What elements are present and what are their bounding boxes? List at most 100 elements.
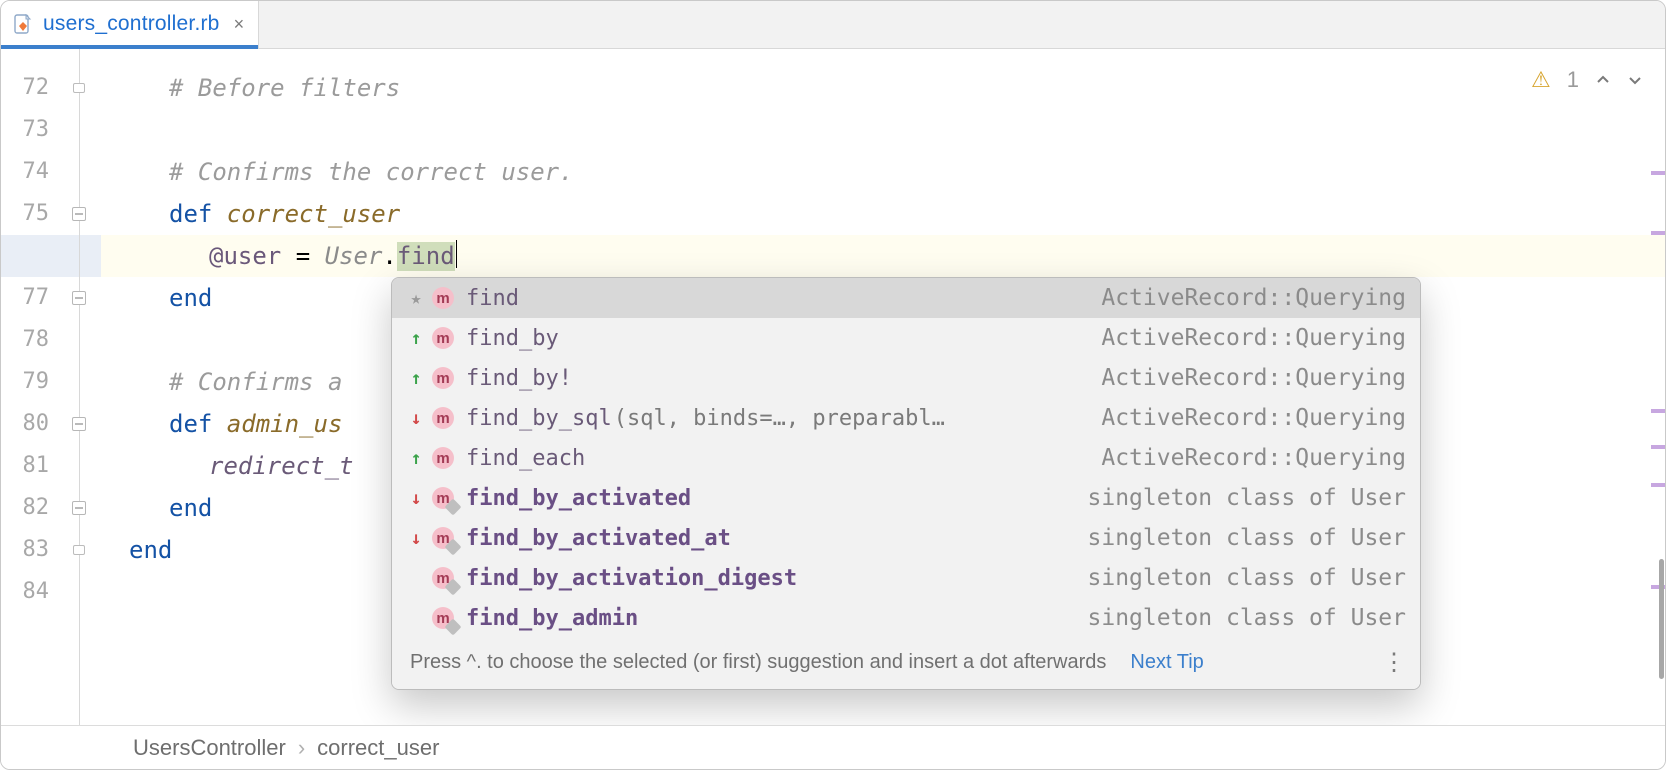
fold-guide-icon [73,83,85,93]
error-stripe[interactable] [1651,109,1665,725]
completion-tail: ActiveRecord::Querying [1101,325,1406,351]
line-numbers: 72 73 74 75 76 77 78 79 80 81 82 83 84 [1,49,57,725]
line-number: 80 [1,403,57,445]
completion-label: find [466,286,519,311]
completion-tail: singleton class of User [1088,485,1407,511]
method-call: redirect_t [209,452,354,480]
method-name: correct_user [227,200,400,228]
method-badge-icon: m [432,527,454,549]
completion-label: find_by_activation_digest [466,566,797,591]
method-call: find [397,242,455,271]
completion-item[interactable]: ★ mfind ActiveRecord::Querying [392,278,1420,318]
line-number: 79 [1,361,57,403]
gutter: 72 73 74 75 76 77 78 79 80 81 82 83 84 [1,49,101,725]
arrow-down-icon: ↓ [406,528,426,549]
fold-toggle-icon[interactable] [72,417,86,431]
method-badge-icon: m [432,327,454,349]
comment: # Confirms a [169,368,342,396]
line-number: 77 [1,277,57,319]
warning-count: 1 [1567,67,1579,93]
line-number: 83 [1,529,57,571]
completion-tail: ActiveRecord::Querying [1101,365,1406,391]
close-icon[interactable]: × [234,14,245,35]
line-number: 72 [1,67,57,109]
completion-label: find_each [466,446,585,471]
arrow-up-icon: ↑ [406,368,426,389]
stripe-mark[interactable] [1651,409,1665,413]
method-badge-icon: m [432,367,454,389]
method-name: admin_us [227,410,343,438]
stripe-mark[interactable] [1651,483,1665,487]
completion-item[interactable]: ↑ m find_by! ActiveRecord::Querying [392,358,1420,398]
completion-item[interactable]: ↓ m find_by_activated_at singleton class of… [392,518,1420,558]
fold-guide-icon [73,545,85,555]
completion-tail: ActiveRecord::Querying [1101,445,1406,471]
constant: User [325,242,383,270]
completion-item[interactable]: ↑ m find_each ActiveRecord::Querying [392,438,1420,478]
line-number: 75 [1,193,57,235]
warning-icon: ⚠ [1531,67,1551,93]
stripe-mark[interactable] [1651,445,1665,449]
method-badge-icon: m [432,567,454,589]
text-caret [456,240,457,268]
completion-tail: ActiveRecord::Querying [1101,405,1406,431]
completion-label: find_by! [466,366,572,391]
breadcrumb-bar: UsersController › correct_user [1,725,1665,769]
stripe-mark[interactable] [1651,171,1665,175]
editor-area: 72 73 74 75 76 77 78 79 80 81 82 83 84 [1,49,1665,725]
completion-item[interactable]: ↑mfind_byActiveRecord::Querying [392,318,1420,358]
line-number: 81 [1,445,57,487]
editor-tab[interactable]: users_controller.rb × [1,0,259,48]
ide-window: users_controller.rb × 72 73 74 75 76 77 … [0,0,1666,770]
fold-toggle-icon[interactable] [72,207,86,221]
arrow-up-icon: ↑ [406,328,426,349]
breadcrumb-class[interactable]: UsersController [133,735,286,761]
chevron-up-icon[interactable] [1595,72,1611,88]
method-badge-icon: m [432,487,454,509]
instance-variable: @user [209,242,281,270]
method-badge-icon: m [432,447,454,469]
method-badge-icon: m [432,287,454,309]
keyword-end: end [169,494,212,522]
completion-tail: singleton class of User [1088,525,1407,551]
kebab-menu-icon[interactable]: ⋮ [1382,648,1406,677]
arrow-down-icon: ↓ [406,488,426,509]
line-number: 74 [1,151,57,193]
line-number: 82 [1,487,57,529]
stripe-scroll-indicator [1659,559,1664,679]
fold-toggle-icon[interactable] [72,291,86,305]
completion-tail: singleton class of User [1088,605,1407,631]
fold-toggle-icon[interactable] [72,501,86,515]
dot: . [382,242,396,270]
chevron-down-icon[interactable] [1627,72,1643,88]
completion-footer: Press ^. to choose the selected (or firs… [392,638,1420,689]
tab-bar: users_controller.rb × [1,1,1665,49]
next-tip-link[interactable]: Next Tip [1130,651,1203,674]
completion-label: find_by_admin [466,606,638,631]
method-badge-icon: m [432,607,454,629]
keyword-def: def [169,410,227,438]
completion-item[interactable]: m find_by_activation_digest singleton clas… [392,558,1420,598]
arrow-up-icon: ↑ [406,448,426,469]
inspection-summary[interactable]: ⚠ 1 [1531,67,1643,93]
operator: = [281,242,324,270]
completion-item[interactable]: ↓mfind_by_activatedsingleton class of Us… [392,478,1420,518]
fold-column [57,49,101,725]
code-completion-popup: ★mfindActiveRecord::Querying↑mfind_byAct… [391,277,1421,690]
comment: # Confirms the correct user. [169,158,574,186]
completion-label: find_by_sql [466,406,612,431]
line-number: 78 [1,319,57,361]
line-number: 73 [1,109,57,151]
completion-params: (sql, binds=…, preparabl… [614,406,945,431]
completion-hint: Press ^. to choose the selected (or firs… [410,651,1106,674]
method-badge-icon: m [432,407,454,429]
completion-item[interactable]: m find_by_admin singleton class of User [392,598,1420,638]
keyword-def: def [169,200,227,228]
star-icon: ★ [406,288,426,309]
completion-label: find_by_activated_at [466,526,731,551]
completion-tail: ActiveRecord::Querying [1101,285,1406,311]
tab-filename: users_controller.rb [43,12,220,36]
breadcrumb-method[interactable]: correct_user [317,735,439,761]
completion-tail: singleton class of User [1088,565,1407,591]
completion-item[interactable]: ↓mfind_by_sql(sql, binds=…, preparabl…Ac… [392,398,1420,438]
